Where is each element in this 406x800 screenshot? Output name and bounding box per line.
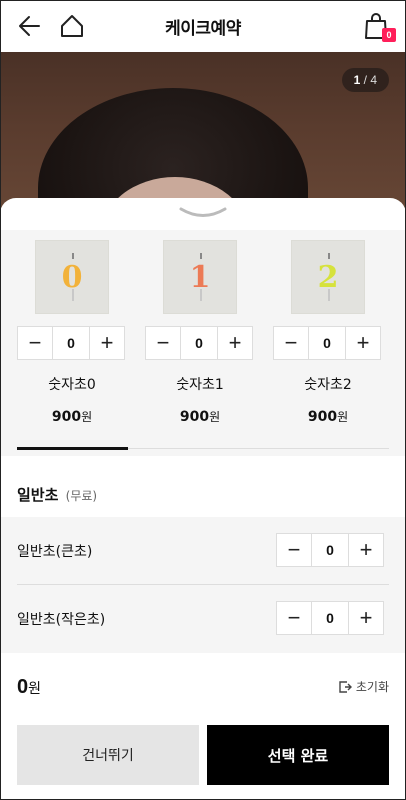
increase-button[interactable]: + <box>90 327 124 359</box>
candle-card-2: 2 − 0 + 숫자초2 900원 <box>273 240 383 425</box>
candle-card-0: 0 − 0 + 숫자초0 900원 <box>17 240 127 425</box>
reset-icon <box>339 680 352 693</box>
plain-candle-section: 일반초 (무료) 일반초(큰초) − 0 + 일반초(작은초) − 0 + <box>0 456 406 653</box>
candle-image-0[interactable]: 0 <box>35 240 109 314</box>
section-title: 일반초 (무료) <box>17 486 98 504</box>
increase-button[interactable]: + <box>349 534 383 566</box>
quantity-stepper: − 0 + <box>145 326 253 360</box>
top-header: 케이크예약 0 <box>0 0 406 52</box>
candle-card-1: 1 − 0 + 숫자초1 900원 <box>145 240 255 425</box>
quantity-stepper: − 0 + <box>17 326 125 360</box>
plain-candle-label: 일반초(작은초) <box>17 612 106 628</box>
candle-image-2[interactable]: 2 <box>291 240 365 314</box>
image-page-indicator: 1 / 4 <box>341 68 389 92</box>
quantity-stepper: − 0 + <box>276 601 384 635</box>
quantity-value[interactable]: 0 <box>311 534 349 566</box>
candle-name: 숫자초0 <box>48 377 96 393</box>
home-icon[interactable] <box>59 13 85 39</box>
decrease-button[interactable]: − <box>277 534 311 566</box>
increase-button[interactable]: + <box>346 327 380 359</box>
page-total: / 4 <box>363 73 377 87</box>
cart-count-badge: 0 <box>382 28 396 42</box>
action-bar: 건너뛰기 선택 완료 <box>17 725 389 785</box>
quantity-stepper: − 0 + <box>276 533 384 567</box>
decrease-button[interactable]: − <box>277 602 311 634</box>
plain-candle-list: 일반초(큰초) − 0 + 일반초(작은초) − 0 + <box>0 517 406 653</box>
quantity-value[interactable]: 0 <box>311 602 349 634</box>
decrease-button[interactable]: − <box>18 327 52 359</box>
skip-button[interactable]: 건너뛰기 <box>17 725 199 785</box>
plain-candle-label: 일반초(큰초) <box>17 544 93 560</box>
number-candle-list: 0 − 0 + 숫자초0 900원 1 − 0 + 숫자초1 900원 2 − … <box>0 230 406 456</box>
quantity-value[interactable]: 0 <box>52 327 90 359</box>
list-item: 일반초(큰초) − 0 + <box>0 517 406 583</box>
candle-price: 900원 <box>51 409 93 425</box>
candle-image-1[interactable]: 1 <box>163 240 237 314</box>
decrease-button[interactable]: − <box>274 327 308 359</box>
total-price: 0원 <box>17 676 42 698</box>
collapse-chevron-icon[interactable] <box>178 206 228 220</box>
candle-price: 900원 <box>179 409 221 425</box>
back-arrow-icon[interactable] <box>17 13 43 39</box>
list-item: 일반초(작은초) − 0 + <box>0 585 406 651</box>
quantity-stepper: − 0 + <box>273 326 381 360</box>
reset-button[interactable]: 초기화 <box>338 678 389 695</box>
candle-price: 900원 <box>307 409 349 425</box>
page-title: 케이크예약 <box>165 18 241 39</box>
page-current: 1 <box>353 73 361 87</box>
increase-button[interactable]: + <box>218 327 252 359</box>
cart-button[interactable]: 0 <box>364 12 396 42</box>
candle-name: 숫자초2 <box>304 377 352 393</box>
quantity-value[interactable]: 0 <box>308 327 346 359</box>
scroll-position-indicator <box>17 447 128 450</box>
reset-label: 초기화 <box>355 680 389 694</box>
free-note: (무료) <box>65 489 98 503</box>
complete-selection-button[interactable]: 선택 완료 <box>207 725 389 785</box>
option-bottom-sheet: 0 − 0 + 숫자초0 900원 1 − 0 + 숫자초1 900원 2 − … <box>0 198 406 800</box>
quantity-value[interactable]: 0 <box>180 327 218 359</box>
decrease-button[interactable]: − <box>146 327 180 359</box>
candle-name: 숫자초1 <box>176 377 224 393</box>
increase-button[interactable]: + <box>349 602 383 634</box>
